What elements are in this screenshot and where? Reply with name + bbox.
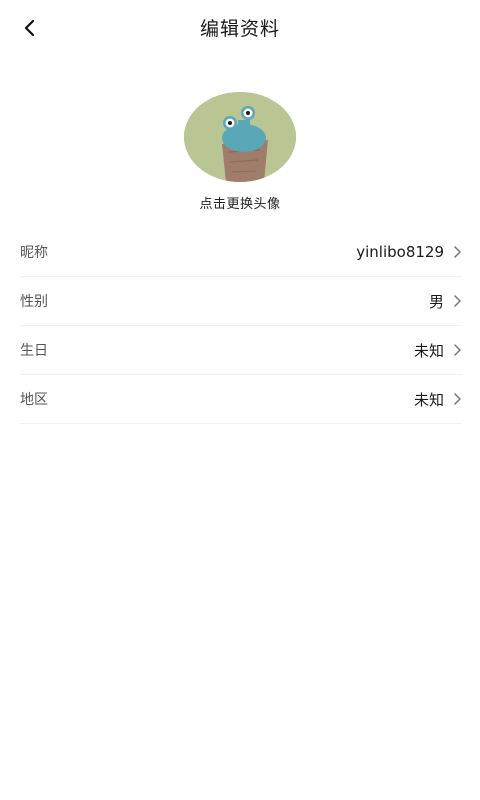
snail-avatar-image: [184, 92, 296, 182]
gender-value: 男: [428, 292, 444, 311]
birthday-value: 未知: [413, 341, 444, 360]
nickname-row[interactable]: 昵称 yinlibo8129: [20, 228, 462, 277]
avatar-section: 点击更换头像: [0, 92, 480, 212]
chevron-right-icon: [452, 344, 462, 356]
avatar[interactable]: [184, 92, 296, 182]
page-title: 编辑资料: [199, 18, 280, 40]
region-value: 未知: [413, 390, 444, 409]
birthday-row[interactable]: 生日 未知: [20, 326, 462, 375]
chevron-right-icon: [452, 295, 462, 307]
gender-label: 性别: [20, 294, 48, 310]
nickname-label: 昵称: [20, 245, 48, 261]
top-bar: 编辑资料: [0, 0, 480, 56]
change-avatar-label[interactable]: 点击更换头像: [199, 193, 280, 212]
chevron-right-icon: [452, 246, 462, 258]
nickname-value: yinlibo8129: [356, 243, 444, 261]
profile-list: 昵称 yinlibo8129 性别 男 生日 未知 地区 未知: [20, 228, 462, 424]
birthday-label: 生日: [20, 343, 48, 359]
region-row[interactable]: 地区 未知: [20, 375, 462, 424]
region-label: 地区: [20, 392, 48, 408]
gender-row[interactable]: 性别 男: [20, 277, 462, 326]
chevron-right-icon: [452, 393, 462, 405]
